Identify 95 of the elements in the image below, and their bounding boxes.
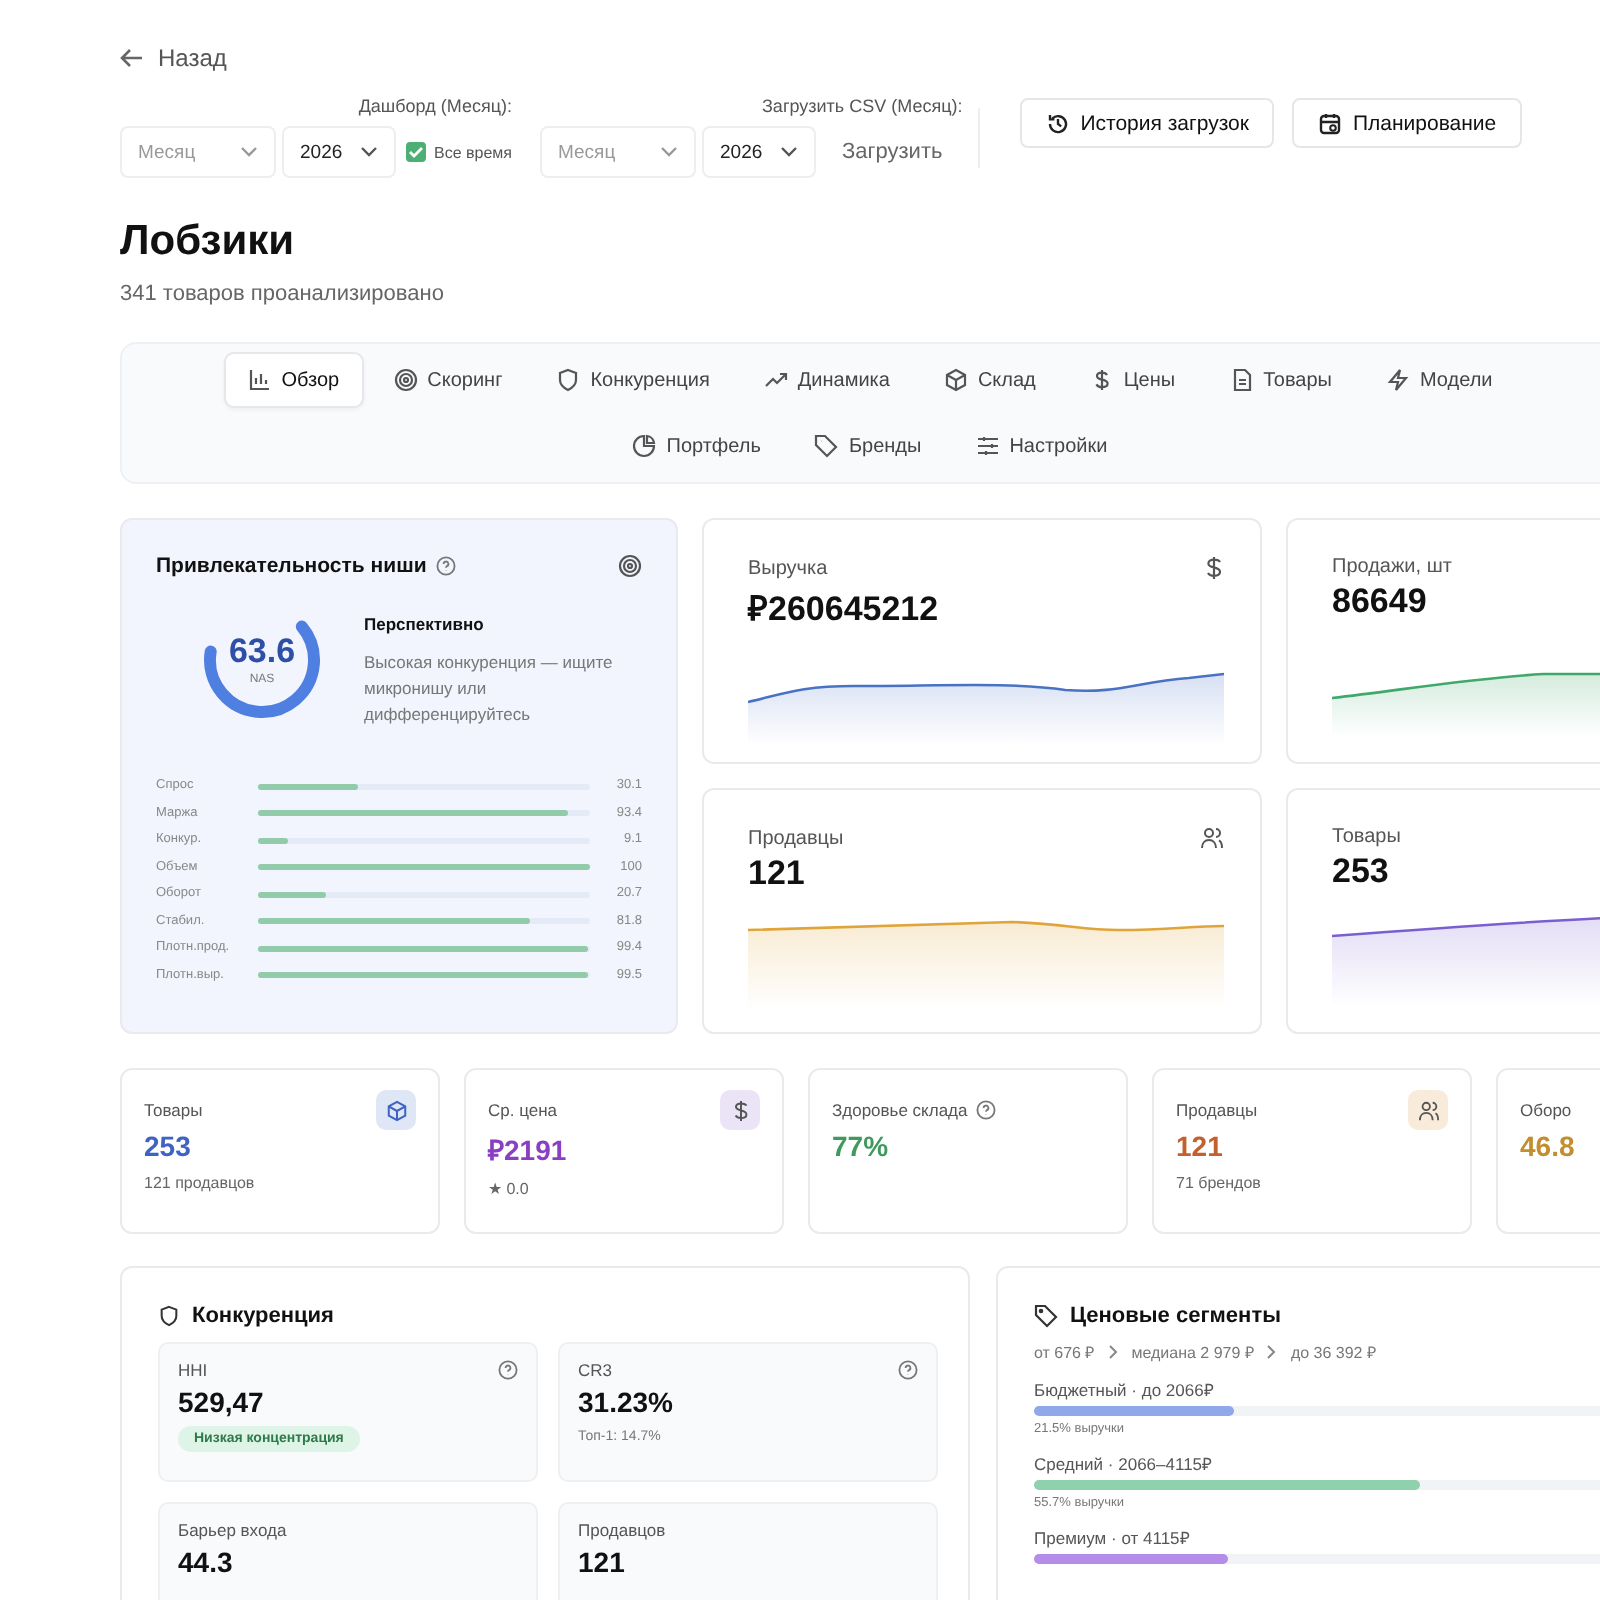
help-icon[interactable] bbox=[498, 1360, 518, 1380]
check-icon bbox=[408, 144, 424, 160]
stat-label: Ср. цена bbox=[488, 1100, 558, 1120]
metric-value: 31.23% bbox=[578, 1386, 673, 1418]
kpi-label: Продажи, шт bbox=[1332, 556, 1452, 578]
kpi-label: Товары bbox=[1332, 826, 1401, 848]
planning-button[interactable]: Планирование bbox=[1292, 98, 1523, 148]
target-icon bbox=[393, 368, 418, 392]
stat-value: 46.8 bbox=[1520, 1130, 1577, 1162]
shield-icon bbox=[556, 368, 581, 392]
document-icon bbox=[1229, 368, 1254, 392]
chevron-right-icon bbox=[1107, 1343, 1120, 1359]
tab[interactable]: Портфель bbox=[608, 418, 785, 474]
chevron-down-icon bbox=[780, 146, 798, 158]
segment-label: Средний · 2066–4115₽ bbox=[1034, 1452, 1215, 1474]
stat-note: 71 брендов bbox=[1176, 1174, 1263, 1192]
chevron-down-icon bbox=[660, 146, 678, 158]
trend-up-icon bbox=[763, 368, 788, 392]
metric-value: 44.3 bbox=[178, 1546, 233, 1578]
tab[interactable]: Динамика bbox=[739, 352, 914, 408]
kpi-label: Продавцы bbox=[748, 827, 844, 849]
kpi-value: ₽260645212 bbox=[748, 588, 941, 630]
calendar-icon bbox=[1318, 111, 1343, 135]
stat-note: ★ 0.0 bbox=[488, 1180, 531, 1198]
stat-label: Продавцы bbox=[1176, 1100, 1258, 1120]
year-select[interactable]: 2026 bbox=[282, 126, 396, 178]
page-title: Лобзики bbox=[120, 218, 297, 266]
history-icon bbox=[1046, 111, 1071, 135]
target-icon bbox=[618, 554, 642, 578]
dollar-icon bbox=[1204, 556, 1224, 580]
tab[interactable]: Цены bbox=[1065, 352, 1200, 408]
metric-value: 121 bbox=[578, 1546, 625, 1578]
page-subtitle: 341 товаров проанализировано bbox=[120, 282, 446, 306]
tab[interactable]: Обзор bbox=[223, 352, 364, 408]
tag-icon bbox=[814, 434, 839, 458]
bar-chart-icon bbox=[247, 368, 272, 392]
tag-icon bbox=[1034, 1304, 1058, 1328]
card-title: Ценовые сегменты bbox=[1070, 1304, 1281, 1328]
help-icon[interactable] bbox=[898, 1360, 918, 1380]
stat-value: ₽2191 bbox=[488, 1132, 569, 1168]
tab[interactable]: Скоринг bbox=[369, 352, 527, 408]
users-icon bbox=[1408, 1090, 1448, 1130]
kpi-value: 253 bbox=[1332, 852, 1391, 892]
stat-note: 121 продавцов bbox=[144, 1174, 257, 1192]
filter-label: Загрузить CSV (Месяц): bbox=[762, 96, 963, 116]
card-title: Конкуренция bbox=[192, 1304, 334, 1328]
stat-label: Оборо bbox=[1520, 1100, 1572, 1120]
filter-label: Дашборд (Месяц): bbox=[358, 96, 512, 116]
metric-label: Продавцов bbox=[578, 1520, 666, 1540]
kpi-value: 86649 bbox=[1332, 582, 1429, 622]
cube-icon bbox=[943, 368, 968, 392]
segment-label: Премиум · от 4115₽ bbox=[1034, 1526, 1192, 1548]
metric-label: HHI bbox=[178, 1360, 208, 1380]
chevron-down-icon bbox=[360, 146, 378, 158]
tab[interactable]: Настройки bbox=[951, 418, 1132, 474]
verdict-description: Высокая конкуренция — ищите микронишу или дифференцируйтесь bbox=[364, 650, 615, 727]
sliders-icon bbox=[975, 434, 1000, 458]
stat-label: Здоровье склада bbox=[832, 1100, 968, 1120]
score-value: 63.6 bbox=[228, 634, 296, 668]
tab[interactable]: Модели bbox=[1361, 352, 1517, 408]
tab[interactable]: Конкуренция bbox=[532, 352, 734, 408]
tab[interactable]: Товары bbox=[1205, 352, 1356, 408]
stat-value: 121 bbox=[1176, 1130, 1225, 1162]
kpi-label: Выручка bbox=[748, 557, 828, 579]
back-link[interactable]: Назад bbox=[120, 44, 227, 72]
range-value: до 36 392 ₽ bbox=[1290, 1342, 1377, 1362]
lightning-icon bbox=[1385, 368, 1410, 392]
metric-label: CR3 bbox=[578, 1360, 613, 1380]
tab[interactable]: Бренды bbox=[790, 418, 946, 474]
metric-value: 529,47 bbox=[178, 1386, 264, 1418]
stat-label: Товары bbox=[144, 1100, 203, 1120]
tab[interactable]: Склад bbox=[919, 352, 1060, 408]
verdict-text: Перспективно bbox=[364, 614, 486, 634]
help-icon[interactable] bbox=[436, 556, 457, 576]
range-value: медиана 2 979 ₽ bbox=[1131, 1342, 1255, 1362]
metric-label: Барьер входа bbox=[178, 1520, 287, 1540]
history-button[interactable]: История загрузок bbox=[1020, 98, 1275, 148]
cube-icon bbox=[376, 1090, 416, 1130]
help-icon[interactable] bbox=[975, 1100, 996, 1120]
upload-button[interactable]: Загрузить bbox=[822, 126, 963, 178]
kpi-value: 121 bbox=[748, 854, 807, 894]
segment-label: Бюджетный · до 2066₽ bbox=[1034, 1378, 1216, 1400]
shield-icon bbox=[158, 1304, 180, 1328]
stat-value: 77% bbox=[832, 1130, 891, 1162]
range-value: от 676 ₽ bbox=[1034, 1342, 1096, 1362]
users-icon bbox=[1200, 826, 1224, 850]
dollar-icon bbox=[720, 1090, 760, 1130]
stat-value: 253 bbox=[144, 1130, 193, 1162]
year-select[interactable]: 2026 bbox=[702, 126, 816, 178]
arrow-left-icon bbox=[120, 46, 144, 70]
chevron-down-icon bbox=[240, 146, 258, 158]
all-time-checkbox[interactable]: Все время bbox=[406, 142, 512, 162]
card-title: Привлекательность ниши bbox=[156, 554, 427, 578]
pie-chart-icon bbox=[632, 434, 657, 458]
chevron-right-icon bbox=[1266, 1343, 1279, 1359]
